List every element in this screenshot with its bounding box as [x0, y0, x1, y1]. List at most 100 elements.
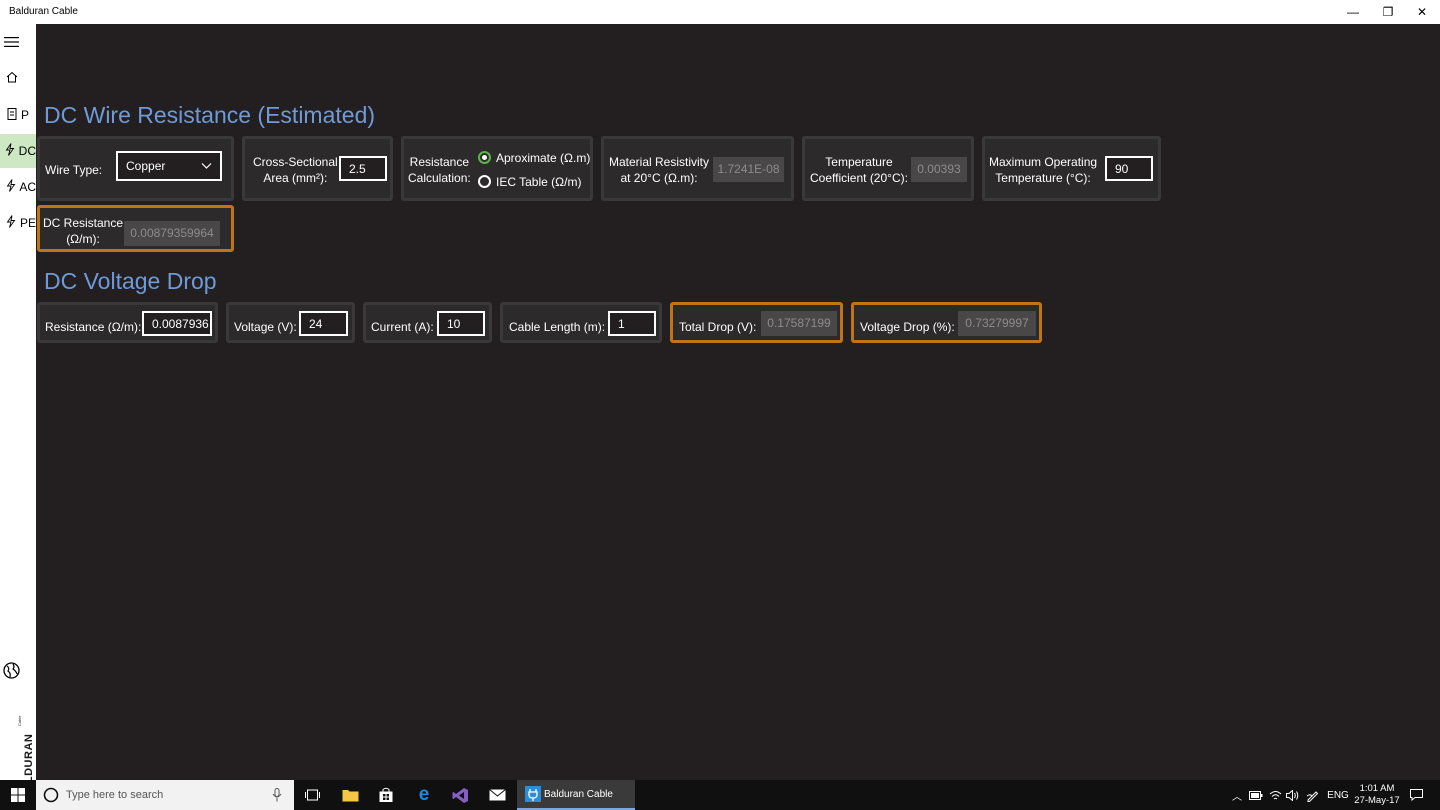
task-view-icon: [304, 789, 320, 801]
max-temp-label: Maximum Operating Temperature (°C):: [989, 154, 1097, 186]
temp-coeff-readonly-field: 0.00393: [911, 157, 967, 182]
max-temp-label-line2: Temperature (°C):: [995, 171, 1091, 185]
visual-studio-icon: [452, 787, 468, 803]
nav-item-dc[interactable]: DC: [0, 134, 36, 168]
globe-icon: [0, 662, 21, 682]
total-drop-field: 0.17587199: [761, 311, 837, 336]
mail-icon: [488, 789, 506, 801]
cortana-circle-icon: [43, 787, 59, 803]
cross-section-label-line2: Area (mm²):: [263, 171, 328, 185]
dc-resistance-result-field: 0.00879359964: [124, 221, 220, 246]
store-icon: [379, 787, 393, 802]
cross-section-label-line1: Cross-Sectional: [253, 155, 338, 169]
notification-icon: [1409, 789, 1423, 801]
navigation-sidebar: P DC AC PE BALDURAN Cable: [0, 24, 36, 800]
home-icon: [0, 71, 21, 86]
nav-item-label: DC: [18, 144, 36, 158]
resistance-label: Resistance (Ω/m):: [45, 320, 142, 334]
battery-tray-button[interactable]: [1247, 780, 1265, 810]
lightning-icon: [0, 143, 19, 159]
current-input[interactable]: 10: [437, 311, 485, 336]
show-hidden-icons-button[interactable]: ︿: [1229, 780, 1245, 810]
total-drop-card: Total Drop (V): 0.17587199: [670, 302, 843, 343]
wire-type-card: Wire Type: Copper: [37, 136, 234, 201]
file-explorer-button[interactable]: [336, 780, 364, 810]
main-content: DC Wire Resistance (Estimated) Wire Type…: [36, 24, 1440, 780]
approximate-option-label[interactable]: Aproximate (Ω.m): [496, 150, 590, 166]
taskbar-app-balduran-cable[interactable]: Balduran Cable: [517, 780, 635, 810]
minimize-button[interactable]: —: [1336, 0, 1370, 24]
pen-icon: [1306, 790, 1318, 802]
calc-label: Resistance Calculation:: [408, 154, 471, 186]
voltage-drop-percent-card: Voltage Drop (%): 0.73279997: [851, 302, 1042, 343]
clock-time: 1:01 AM: [1359, 783, 1395, 794]
taskbar: Type here to search e Balduran Cable ︿ E…: [0, 780, 1440, 810]
resistance-card: Resistance (Ω/m): 0.0087936: [37, 302, 218, 343]
resistivity-label-line1: Material Resistivity: [609, 155, 710, 169]
clock[interactable]: 1:01 AM 27-May-17: [1352, 780, 1402, 810]
mail-button[interactable]: [483, 780, 511, 810]
resistivity-readonly-field: 1.7241E-08: [713, 157, 784, 182]
start-button[interactable]: [0, 780, 36, 810]
cross-section-label: Cross-Sectional Area (mm²):: [253, 154, 338, 186]
search-placeholder: Type here to search: [66, 789, 164, 801]
task-view-button[interactable]: [298, 780, 326, 810]
language-indicator[interactable]: ENG: [1324, 780, 1352, 810]
dc-resistance-result-label: DC Resistance (Ω/m):: [43, 215, 123, 247]
folder-icon: [342, 790, 358, 802]
result-label-line1: DC Resistance: [43, 216, 124, 230]
wifi-tray-button[interactable]: [1267, 780, 1283, 810]
edge-button[interactable]: e: [410, 780, 438, 810]
window-title: Balduran Cable: [9, 6, 78, 17]
nav-item-p[interactable]: P: [0, 98, 36, 132]
restore-button[interactable]: ❐: [1371, 0, 1405, 24]
iec-table-option-label[interactable]: IEC Table (Ω/m): [496, 174, 581, 190]
voltage-drop-percent-label: Voltage Drop (%):: [860, 320, 955, 334]
iec-table-radio[interactable]: [478, 175, 491, 188]
current-card: Current (A): 10: [363, 302, 492, 343]
max-temp-input[interactable]: 90: [1105, 156, 1153, 181]
hamburger-menu-button[interactable]: [0, 26, 36, 60]
wire-type-label: Wire Type:: [45, 163, 103, 177]
action-center-button[interactable]: [1404, 780, 1428, 810]
voltage-label: Voltage (V):: [234, 320, 297, 334]
dc-resistance-result-card: DC Resistance (Ω/m): 0.00879359964: [37, 205, 234, 252]
nav-item-ac[interactable]: AC: [0, 170, 36, 204]
voltage-card: Voltage (V): 24: [226, 302, 355, 343]
microphone-icon: [272, 788, 282, 802]
taskbar-search-box[interactable]: Type here to search: [36, 780, 294, 810]
nav-item-label: PE: [19, 216, 36, 230]
nav-item-label: AC: [19, 180, 36, 194]
nav-item-home[interactable]: [0, 61, 36, 95]
temperature-coefficient-card: Temperature Coefficient (20°C): 0.00393: [802, 136, 974, 201]
nav-item-pe[interactable]: PE: [0, 206, 36, 240]
voltage-drop-percent-field: 0.73279997: [958, 311, 1036, 336]
lightning-icon: [0, 179, 19, 195]
radio-dot: [482, 155, 487, 160]
dc-resistance-heading: DC Wire Resistance (Estimated): [44, 102, 376, 128]
logo-sub: Cable: [17, 715, 22, 726]
cross-section-input[interactable]: 2.5: [339, 156, 387, 181]
edge-icon: e: [418, 784, 430, 805]
resistance-calculation-card: Resistance Calculation: Aproximate (Ω.m)…: [401, 136, 593, 201]
wire-type-dropdown[interactable]: Copper: [116, 151, 222, 181]
calc-label-line1: Resistance: [409, 155, 470, 169]
windows-icon: [11, 788, 25, 802]
voltage-input[interactable]: 24: [299, 311, 348, 336]
visual-studio-button[interactable]: [446, 780, 474, 810]
resistance-input[interactable]: 0.0087936: [142, 311, 212, 336]
clock-date: 27-May-17: [1354, 795, 1400, 806]
approximate-radio[interactable]: [478, 151, 491, 164]
volume-icon: [1286, 789, 1299, 801]
store-button[interactable]: [372, 780, 400, 810]
active-app-label: Balduran Cable: [544, 789, 613, 800]
resistivity-label: Material Resistivity at 20°C (Ω.m):: [609, 154, 709, 186]
globe-button[interactable]: [0, 655, 36, 689]
cable-length-input[interactable]: 1: [608, 311, 656, 336]
current-label: Current (A):: [371, 320, 434, 334]
volume-tray-button[interactable]: [1285, 780, 1301, 810]
close-button[interactable]: ✕: [1405, 0, 1439, 24]
max-temp-label-line1: Maximum Operating: [989, 155, 1098, 169]
title-bar: Balduran Cable — ❐ ✕: [0, 0, 1440, 24]
pen-tray-button[interactable]: [1304, 780, 1320, 810]
